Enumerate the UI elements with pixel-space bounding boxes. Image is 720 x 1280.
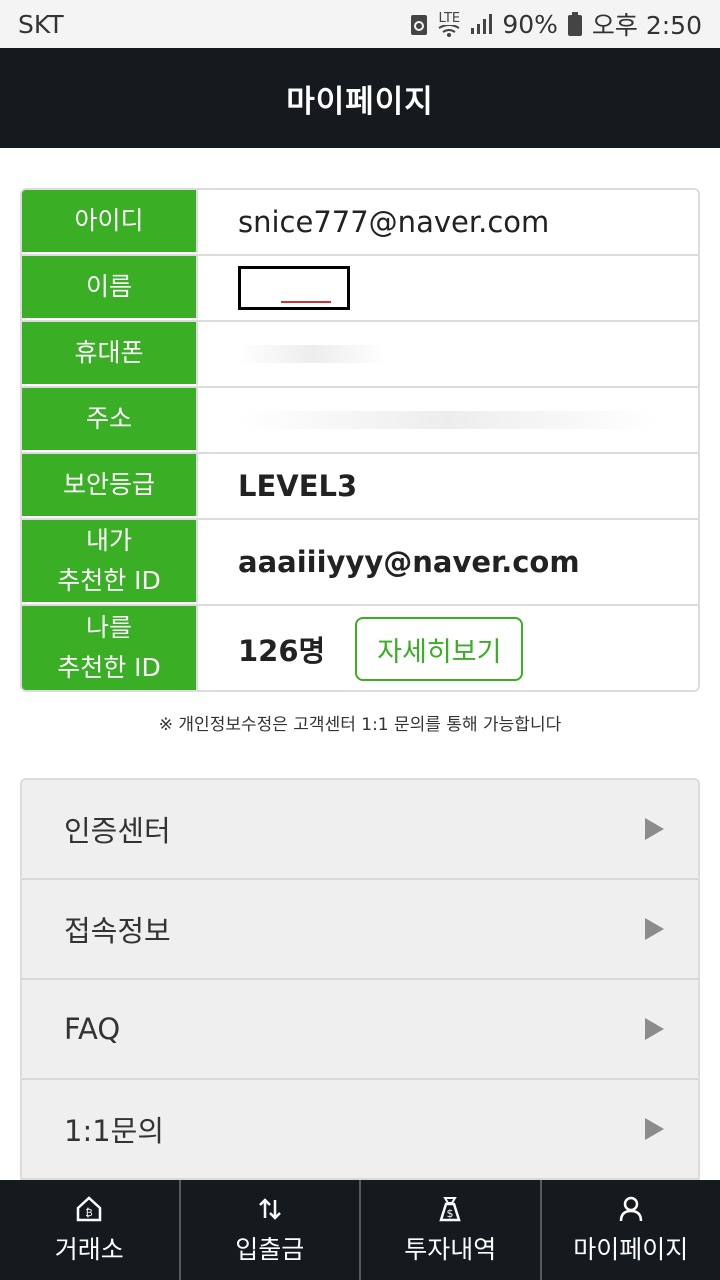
menu-item-label: 접속정보 xyxy=(64,914,171,948)
nav-deposit-withdraw[interactable]: 입출금 xyxy=(181,1180,361,1280)
nav-exchange[interactable]: ₿ 거래소 xyxy=(0,1180,181,1280)
menu-item-label: 인증센터 xyxy=(64,814,171,848)
row-label-line2: 추천한 ID xyxy=(57,653,161,682)
play-arrow-icon xyxy=(645,918,664,940)
address-value xyxy=(198,388,698,452)
menu-item-inquiry[interactable]: 1:1문의 xyxy=(22,1080,698,1180)
transfer-arrows-icon xyxy=(255,1194,285,1224)
menu-item-label: 1:1문의 xyxy=(64,1114,165,1148)
play-arrow-icon xyxy=(645,818,664,840)
menu-item-faq[interactable]: FAQ xyxy=(22,980,698,1080)
recycle-icon xyxy=(410,12,428,36)
blurred-address xyxy=(238,411,658,429)
row-label-line2: 추천한 ID xyxy=(57,566,161,595)
row-my-referral: 내가 추천한 ID aaaiiiyyy@naver.com xyxy=(22,520,698,606)
redacted-name xyxy=(238,266,350,310)
menu-item-label: FAQ xyxy=(64,1012,121,1046)
play-arrow-icon xyxy=(645,1018,664,1040)
nav-label: 투자내역 xyxy=(404,1235,497,1264)
page-title: 마이페이지 xyxy=(0,48,720,148)
row-label: 휴대폰 xyxy=(22,322,198,386)
row-id: 아이디 snice777@naver.com xyxy=(22,190,698,256)
menu-item-access-info[interactable]: 접속정보 xyxy=(22,880,698,980)
clock: 오후 2:50 xyxy=(591,11,702,40)
menu-item-auth-center[interactable]: 인증센터 xyxy=(22,780,698,880)
nav-label: 입출금 xyxy=(235,1235,305,1264)
bottom-nav: ₿ 거래소 입출금 $ 투자내역 마이페이지 xyxy=(0,1180,720,1280)
row-address: 주소 xyxy=(22,388,698,454)
battery-icon xyxy=(567,12,582,36)
referred-me-value: 126명 자세히보기 xyxy=(198,606,698,690)
row-label: 이름 xyxy=(22,256,198,320)
carrier-label: SKT xyxy=(18,9,64,39)
nav-label: 마이페이지 xyxy=(573,1235,689,1264)
user-id-value: snice777@naver.com xyxy=(238,205,550,239)
privacy-note: ※ 개인정보수정은 고객센터 1:1 문의를 통해 가능합니다 xyxy=(158,715,562,735)
row-label-line1: 나를 xyxy=(85,613,132,642)
profile-table: 아이디 snice777@naver.com 이름 휴대폰 주소 보안등급 LE… xyxy=(20,188,700,692)
user-icon xyxy=(616,1194,646,1224)
signal-icon xyxy=(470,13,493,35)
status-icons: LTE 90% 오후 2:50 xyxy=(410,6,702,42)
network-label: LTE xyxy=(438,10,461,26)
name-value xyxy=(198,256,698,320)
row-phone: 휴대폰 xyxy=(22,322,698,388)
row-referred-me: 나를 추천한 ID 126명 자세히보기 xyxy=(22,606,698,690)
row-security-level: 보안등급 LEVEL3 xyxy=(22,454,698,520)
my-referral-value: aaaiiiyyy@naver.com xyxy=(238,545,580,579)
lte-wifi-icon: LTE xyxy=(438,12,460,37)
referral-count: 126명 xyxy=(238,634,326,668)
nav-investment-history[interactable]: $ 투자내역 xyxy=(361,1180,542,1280)
battery-percent: 90% xyxy=(502,9,558,39)
house-icon: ₿ xyxy=(74,1194,104,1224)
row-label-line1: 내가 xyxy=(85,526,132,555)
nav-label: 거래소 xyxy=(54,1235,124,1264)
settings-menu: 인증센터 접속정보 FAQ 1:1문의 xyxy=(20,778,700,1180)
row-name: 이름 xyxy=(22,256,698,322)
row-label: 나를 추천한 ID xyxy=(22,606,198,690)
row-label: 아이디 xyxy=(22,190,198,254)
svg-text:$: $ xyxy=(447,1207,454,1220)
row-label: 주소 xyxy=(22,388,198,452)
view-details-button[interactable]: 자세히보기 xyxy=(355,617,524,681)
blurred-phone xyxy=(238,345,388,363)
row-label: 내가 추천한 ID xyxy=(22,520,198,604)
security-level-value: LEVEL3 xyxy=(238,469,358,503)
money-bag-icon: $ xyxy=(435,1194,465,1224)
row-label: 보안등급 xyxy=(22,454,198,518)
phone-value xyxy=(198,322,698,386)
svg-text:₿: ₿ xyxy=(86,1207,93,1219)
play-arrow-icon xyxy=(645,1118,664,1140)
status-bar: SKT LTE 90% 오후 2:50 xyxy=(0,0,720,48)
nav-my-page[interactable]: 마이페이지 xyxy=(542,1180,720,1280)
